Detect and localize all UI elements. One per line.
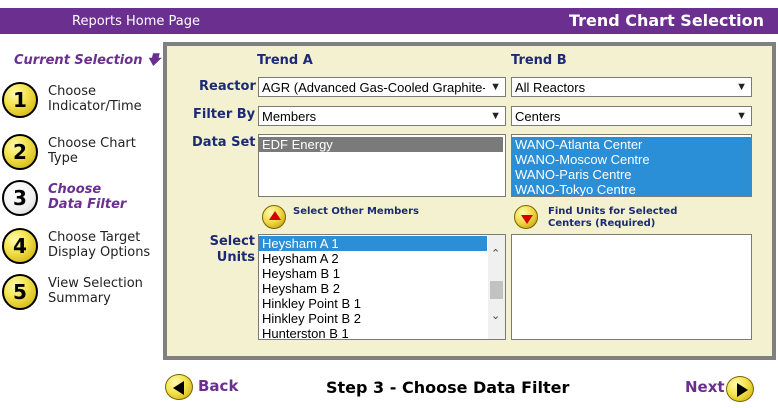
filter-by-label: Filter By — [193, 107, 256, 122]
step-3-line1: Choose — [48, 182, 102, 197]
filter-a-value: Members — [262, 109, 317, 124]
select-units-label: Select Units — [209, 234, 255, 266]
find-units-link[interactable]: Find Units for Selected Centers (Require… — [548, 206, 677, 230]
reactor-b-select[interactable]: All Reactors ▼ — [511, 77, 752, 97]
filter-b-value: Centers — [515, 109, 561, 124]
step-5-line2: Summary — [48, 291, 111, 306]
step-1-number: 1 — [2, 82, 38, 118]
app-root: Reports Home Page Trend Chart Selection … — [0, 0, 778, 408]
step-4-line2: Display Options — [48, 245, 151, 260]
arrow-up-icon — [269, 211, 281, 220]
step-4-number: 4 — [2, 228, 38, 264]
reactor-b-value: All Reactors — [515, 80, 586, 95]
scroll-thumb[interactable] — [490, 281, 503, 299]
list-item[interactable]: Hinkley Point B 1 — [259, 296, 505, 311]
trend-b-heading: Trend B — [511, 53, 567, 68]
data-set-label: Data Set — [192, 135, 256, 150]
step-3-line2: Data Filter — [48, 197, 127, 212]
list-item[interactable]: Heysham B 1 — [259, 266, 505, 281]
step-5[interactable]: 5 View Selection Summary — [0, 274, 160, 318]
list-item[interactable]: WANO-Tokyo Centre — [512, 182, 751, 196]
step-2[interactable]: 2 Choose Chart Type — [0, 134, 160, 178]
find-units-line1: Find Units for Selected — [548, 206, 678, 217]
list-item[interactable]: EDF Energy — [259, 137, 503, 152]
current-selection-heading: Current Selection 🡇 — [14, 51, 160, 73]
step-4-line1: Choose Target — [48, 230, 141, 245]
next-button[interactable] — [726, 376, 754, 402]
chevron-down-icon: ▼ — [490, 81, 501, 93]
step-3-label: Choose Data Filter — [48, 182, 126, 212]
step-3[interactable]: 3 Choose Data Filter — [0, 180, 160, 224]
arrow-down-icon: 🡇 — [146, 53, 161, 68]
step-4-label: Choose Target Display Options — [48, 230, 150, 260]
units-a-list[interactable]: Heysham A 1 Heysham A 2 Heysham B 1 Heys… — [258, 234, 506, 340]
select-other-members-button[interactable] — [262, 205, 286, 229]
arrow-left-icon — [173, 381, 184, 395]
step-3-number: 3 — [2, 180, 38, 216]
step-title: Step 3 - Choose Data Filter — [326, 378, 570, 397]
list-item[interactable]: WANO-Paris Centre — [512, 167, 751, 182]
step-1-line2: Indicator/Time — [48, 99, 142, 114]
find-units-button[interactable] — [514, 205, 538, 229]
list-item[interactable]: Heysham A 1 — [259, 236, 487, 251]
step-1-label: Choose Indicator/Time — [48, 84, 142, 114]
reactor-a-value: AGR (Advanced Gas-Cooled Graphite- — [262, 80, 485, 95]
step-4[interactable]: 4 Choose Target Display Options — [0, 228, 160, 272]
reports-home-link[interactable]: Reports Home Page — [72, 14, 200, 29]
step-2-line2: Type — [48, 151, 78, 166]
select-units-line2: Units — [216, 250, 255, 265]
step-1[interactable]: 1 Choose Indicator/Time — [0, 82, 160, 126]
chevron-down-icon: ▼ — [736, 110, 747, 122]
filter-b-select[interactable]: Centers ▼ — [511, 106, 752, 126]
dataset-b-list[interactable]: WANO-Atlanta Center WANO-Moscow Centre W… — [511, 134, 752, 197]
step-5-line1: View Selection — [48, 276, 143, 291]
arrow-right-icon — [737, 383, 748, 397]
list-item[interactable]: WANO-Atlanta Center — [512, 137, 751, 152]
back-button[interactable] — [165, 374, 193, 400]
units-b-list[interactable] — [511, 234, 752, 340]
step-2-number: 2 — [2, 134, 38, 170]
list-item[interactable]: Hinkley Point B 2 — [259, 311, 505, 326]
reactor-label: Reactor — [199, 79, 256, 94]
page-title: Trend Chart Selection — [568, 11, 764, 30]
list-item[interactable]: Heysham A 2 — [259, 251, 505, 266]
header-bar: Reports Home Page Trend Chart Selection — [0, 8, 778, 34]
step-1-line1: Choose — [48, 84, 96, 99]
next-label[interactable]: Next — [685, 378, 725, 396]
step-5-number: 5 — [2, 274, 38, 310]
chevron-down-icon: ▼ — [490, 110, 501, 122]
dataset-a-list[interactable]: EDF Energy — [258, 134, 506, 197]
select-units-line1: Select — [209, 234, 255, 249]
trend-a-heading: Trend A — [257, 53, 313, 68]
select-other-members-link[interactable]: Select Other Members — [293, 206, 419, 218]
list-item[interactable]: Heysham B 2 — [259, 281, 505, 296]
chevron-up-icon[interactable]: ⌃ — [491, 247, 500, 260]
chevron-down-icon: ▼ — [736, 81, 747, 93]
units-scrollbar[interactable]: ⌃ ⌄ — [488, 235, 505, 339]
reactor-a-select[interactable]: AGR (Advanced Gas-Cooled Graphite- ▼ — [258, 77, 506, 97]
chevron-down-icon[interactable]: ⌄ — [491, 309, 500, 322]
find-units-line2: Centers (Required) — [548, 218, 656, 229]
list-item[interactable]: WANO-Moscow Centre — [512, 152, 751, 167]
back-label[interactable]: Back — [198, 377, 238, 395]
arrow-down-icon — [521, 215, 533, 224]
filter-a-select[interactable]: Members ▼ — [258, 106, 506, 126]
list-item[interactable]: Hunterston B 1 — [259, 326, 505, 339]
step-5-label: View Selection Summary — [48, 276, 143, 306]
step-2-label: Choose Chart Type — [48, 136, 136, 166]
step-2-line1: Choose Chart — [48, 136, 136, 151]
current-selection-label: Current Selection — [14, 53, 143, 68]
